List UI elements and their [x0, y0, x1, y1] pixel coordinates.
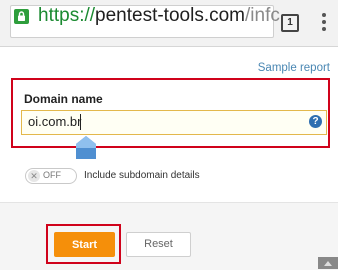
subdomain-label: Include subdomain details [84, 170, 200, 181]
text-caret [80, 114, 81, 130]
domain-name-value: oi.com.br [28, 114, 82, 129]
url-scheme: https:// [38, 5, 96, 26]
url-host: pentest-tools.com [95, 5, 245, 26]
toggle-off-icon: ✕ [28, 170, 40, 182]
toggle-state-label: OFF [43, 170, 61, 180]
text-cursor-handle-icon[interactable] [75, 136, 97, 160]
sample-report-link[interactable]: Sample report [258, 62, 330, 74]
help-icon[interactable]: ? [309, 115, 322, 128]
reset-button[interactable]: Reset [126, 232, 191, 257]
url-path: /infc [245, 5, 280, 26]
overflow-menu-icon[interactable] [322, 13, 326, 31]
lock-icon [14, 9, 29, 24]
url-text[interactable]: https://pentest-tools.com/infc [38, 4, 280, 28]
subdomain-toggle[interactable]: ✕ OFF [25, 168, 77, 184]
start-button[interactable]: Start [54, 232, 115, 257]
scroll-up-icon[interactable] [318, 257, 338, 269]
domain-name-label: Domain name [24, 92, 103, 106]
tabs-icon[interactable]: 1 [281, 14, 299, 32]
